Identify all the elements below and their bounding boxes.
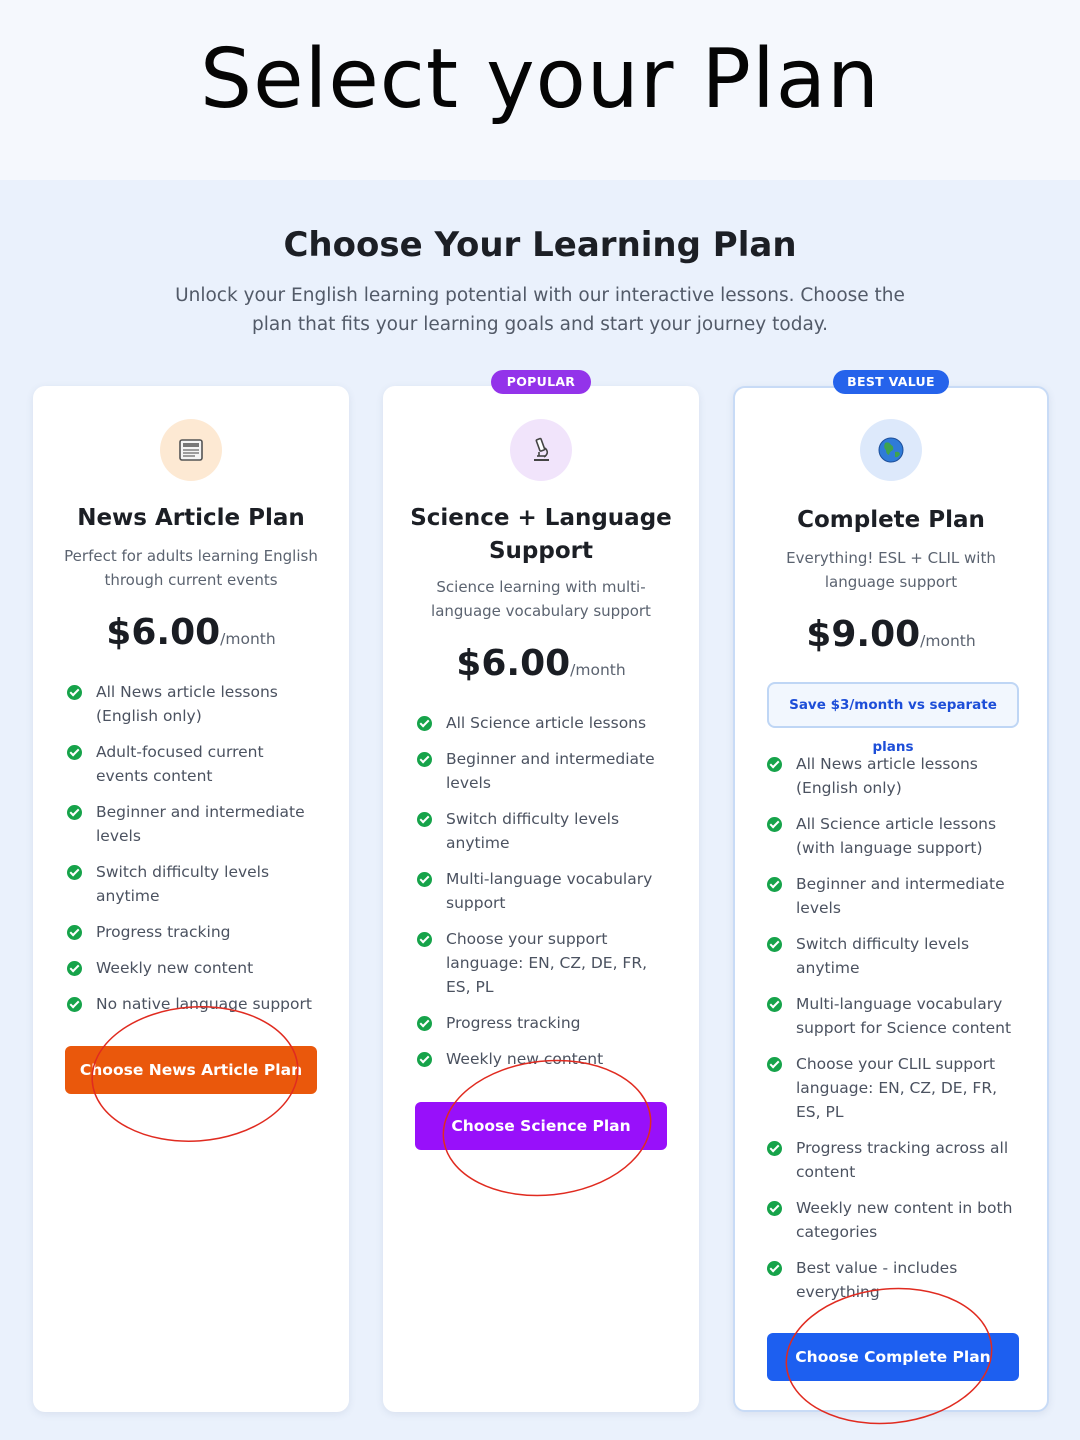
best-value-badge: BEST VALUE: [833, 370, 949, 394]
feature-item: Switch difficulty levels anytime: [417, 807, 667, 855]
section-subheading: Unlock your English learning potential w…: [175, 285, 905, 335]
plan-icon-badge: [510, 419, 572, 481]
feature-item: Adult-focused current events content: [67, 740, 317, 788]
check-circle-icon: [67, 925, 82, 940]
plan-price: $9.00/month: [733, 614, 1049, 655]
price-amount: $9.00: [806, 614, 921, 655]
feature-item: Progress tracking across all content: [767, 1136, 1019, 1184]
plan-name: Science + Language Support: [410, 505, 672, 564]
plan-card-complete: Complete Plan Everything! ESL + CLIL wit…: [733, 386, 1049, 1412]
check-circle-icon: [417, 932, 432, 947]
check-circle-icon: [67, 997, 82, 1012]
price-period: /month: [220, 630, 276, 648]
price-amount: $6.00: [456, 643, 571, 684]
check-circle-icon: [417, 872, 432, 887]
feature-item: Choose your CLIL support language: EN, C…: [767, 1052, 1019, 1124]
check-circle-icon: [767, 1201, 782, 1216]
savings-callout: Save $3/month vs separate plans: [767, 682, 1019, 755]
feature-item: Multi-language vocabulary support for Sc…: [767, 992, 1019, 1040]
popular-badge: POPULAR: [491, 370, 591, 394]
feature-list: All News article lessons (English only) …: [767, 752, 1019, 1304]
check-circle-icon: [67, 685, 82, 700]
choose-science-plan-button[interactable]: Choose Science Plan: [415, 1102, 667, 1150]
feature-item: All News article lessons (English only): [767, 752, 1019, 800]
plan-name: News Article Plan: [77, 505, 305, 531]
plan-description: Everything! ESL + CLIL with language sup…: [786, 549, 996, 591]
plan-card-news: News Article Plan Perfect for adults lea…: [33, 386, 349, 1412]
feature-item: Switch difficulty levels anytime: [767, 932, 1019, 980]
check-circle-icon: [767, 757, 782, 772]
feature-item: Progress tracking: [67, 920, 317, 944]
globe-icon: [878, 437, 904, 463]
plan-description: Science learning with multi-language voc…: [431, 578, 651, 620]
feature-item: Progress tracking: [417, 1011, 667, 1035]
check-circle-icon: [767, 1057, 782, 1072]
feature-item: Beginner and intermediate levels: [767, 872, 1019, 920]
feature-item: Weekly new content: [67, 956, 317, 980]
choose-complete-plan-button[interactable]: Choose Complete Plan: [767, 1333, 1019, 1381]
check-circle-icon: [767, 1261, 782, 1276]
feature-item: Weekly new content: [417, 1047, 667, 1071]
check-circle-icon: [67, 865, 82, 880]
feature-item: No native language support: [67, 992, 317, 1016]
plan-price: $6.00/month: [33, 612, 349, 653]
price-period: /month: [920, 632, 976, 650]
feature-list: All News article lessons (English only) …: [67, 680, 317, 1016]
check-circle-icon: [767, 937, 782, 952]
feature-item: Weekly new content in both categories: [767, 1196, 1019, 1244]
feature-item: All News article lessons (English only): [67, 680, 317, 728]
plan-description: Perfect for adults learning English thro…: [64, 547, 318, 589]
page-title: Select your Plan: [200, 32, 880, 127]
feature-list: All Science article lessons Beginner and…: [417, 711, 667, 1071]
feature-item: Choose your support language: EN, CZ, DE…: [417, 927, 667, 999]
plan-card-science: Science + Language Support Science learn…: [383, 386, 699, 1412]
plan-icon-badge: [860, 419, 922, 481]
check-circle-icon: [767, 817, 782, 832]
feature-item: All Science article lessons: [417, 711, 667, 735]
check-circle-icon: [417, 716, 432, 731]
feature-item: Beginner and intermediate levels: [67, 800, 317, 848]
check-circle-icon: [417, 1016, 432, 1031]
feature-item: Beginner and intermediate levels: [417, 747, 667, 795]
plan-name: Complete Plan: [797, 507, 985, 533]
check-circle-icon: [417, 812, 432, 827]
price-period: /month: [570, 661, 626, 679]
check-circle-icon: [767, 877, 782, 892]
newspaper-icon: [179, 439, 203, 461]
feature-item: Switch difficulty levels anytime: [67, 860, 317, 908]
section-heading: Choose Your Learning Plan: [283, 225, 797, 265]
plan-price: $6.00/month: [383, 643, 699, 684]
check-circle-icon: [67, 745, 82, 760]
feature-item: Best value - includes everything: [767, 1256, 1019, 1304]
check-circle-icon: [767, 997, 782, 1012]
microscope-icon: [534, 437, 549, 461]
feature-item: All Science article lessons (with langua…: [767, 812, 1019, 860]
price-amount: $6.00: [106, 612, 221, 653]
feature-item: Multi-language vocabulary support: [417, 867, 667, 915]
check-circle-icon: [767, 1141, 782, 1156]
check-circle-icon: [67, 805, 82, 820]
plan-icon-badge: [160, 419, 222, 481]
choose-news-plan-button[interactable]: Choose News Article Plan: [65, 1046, 317, 1094]
check-circle-icon: [67, 961, 82, 976]
check-circle-icon: [417, 1052, 432, 1067]
check-circle-icon: [417, 752, 432, 767]
